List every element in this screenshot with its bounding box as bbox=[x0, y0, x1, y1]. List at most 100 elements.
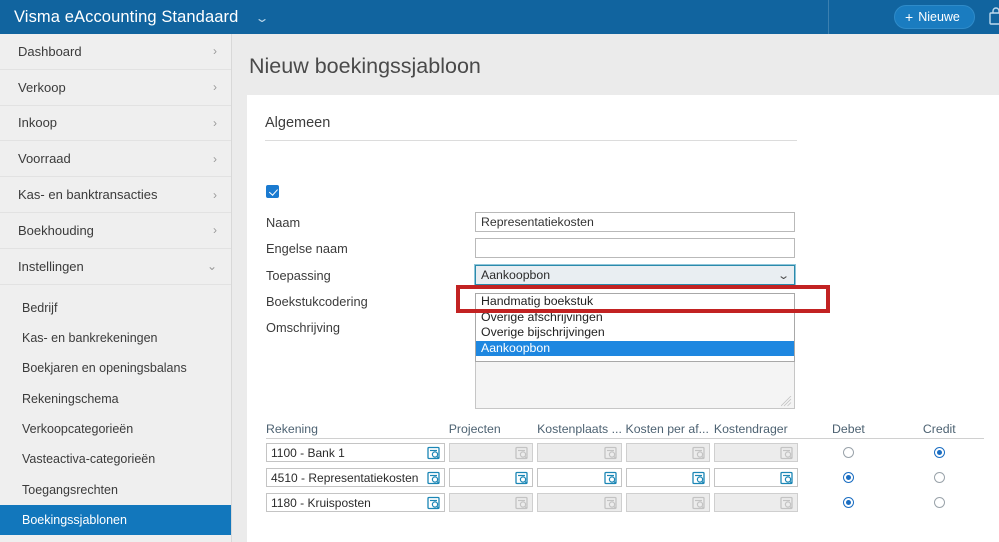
kosten-per-af-field[interactable] bbox=[626, 493, 710, 512]
app-brand[interactable]: Visma eAccounting Standaard ⌄ bbox=[0, 8, 267, 27]
lookup-icon[interactable] bbox=[692, 471, 706, 485]
column-header-kosten-per-af: Kosten per af... bbox=[626, 422, 710, 436]
column-header-kostenplaats: Kostenplaats ... bbox=[537, 422, 621, 436]
dropdown-option[interactable]: Handmatig boekstuk bbox=[476, 294, 794, 310]
sidebar-item-voorraad[interactable]: Voorraad › bbox=[0, 141, 231, 177]
chevron-down-icon: ⌄ bbox=[207, 259, 217, 273]
new-button[interactable]: + Nieuwe bbox=[894, 5, 975, 29]
sidebar-item-toegangsrechten[interactable]: Toegangsrechten bbox=[0, 474, 231, 504]
chevron-right-icon: › bbox=[213, 80, 217, 94]
enabled-checkbox-row[interactable] bbox=[266, 185, 286, 198]
chevron-right-icon: › bbox=[213, 188, 217, 202]
sidebar-item-verkoopcategorieen[interactable]: Verkoopcategorieën bbox=[0, 414, 231, 444]
credit-radio-cell[interactable] bbox=[895, 447, 984, 458]
lookup-icon bbox=[515, 496, 529, 510]
new-button-label: Nieuwe bbox=[918, 10, 960, 24]
lookup-icon bbox=[604, 496, 618, 510]
projecten-field[interactable] bbox=[449, 493, 533, 512]
sidebar: Dashboard › Verkoop › Inkoop › Voorraad … bbox=[0, 34, 232, 542]
sidebar-item-instellingen[interactable]: Instellingen ⌄ bbox=[0, 249, 231, 285]
sidebar-subitem-label: Rekeningschema bbox=[22, 392, 119, 406]
credit-radio-cell[interactable] bbox=[895, 497, 984, 508]
kostendrager-field[interactable] bbox=[714, 443, 798, 462]
sidebar-item-boekhouding[interactable]: Boekhouding › bbox=[0, 213, 231, 249]
debet-radio[interactable] bbox=[843, 472, 854, 483]
debet-radio[interactable] bbox=[843, 447, 854, 458]
sidebar-item-dashboard[interactable]: Dashboard › bbox=[0, 34, 231, 70]
kostenplaats-field[interactable] bbox=[537, 468, 621, 487]
projecten-field[interactable] bbox=[449, 443, 533, 462]
rekening-field[interactable]: 1100 - Bank 1 bbox=[266, 443, 445, 462]
rekening-value: 1100 - Bank 1 bbox=[271, 446, 345, 460]
kostendrager-field[interactable] bbox=[714, 493, 798, 512]
rekening-field[interactable]: 1180 - Kruisposten bbox=[266, 493, 445, 512]
toepassing-dropdown-list[interactable]: Handmatig boekstuk Overige afschrijvinge… bbox=[475, 293, 795, 362]
lookup-icon bbox=[692, 446, 706, 460]
sidebar-item-bedrijf[interactable]: Bedrijf bbox=[0, 293, 231, 323]
sidebar-subitem-label: Boekingssjablonen bbox=[22, 513, 127, 527]
credit-radio[interactable] bbox=[934, 497, 945, 508]
sidebar-item-rekeningschema[interactable]: Rekeningschema bbox=[0, 383, 231, 413]
dropdown-option-selected[interactable]: Aankoopbon bbox=[476, 341, 794, 357]
debet-radio[interactable] bbox=[843, 497, 854, 508]
dropdown-option[interactable]: Overige bijschrijvingen bbox=[476, 325, 794, 341]
sidebar-item-boekingssjablonen[interactable]: Boekingssjablonen bbox=[0, 505, 231, 535]
sidebar-subitem-label: Toegangsrechten bbox=[22, 483, 118, 497]
sidebar-subitem-label: Verkoopcategorieën bbox=[22, 422, 133, 436]
column-header-projecten: Projecten bbox=[449, 422, 533, 436]
column-header-rekening: Rekening bbox=[266, 422, 445, 436]
credit-radio-cell[interactable] bbox=[895, 472, 984, 483]
topbar-divider bbox=[828, 0, 829, 34]
kosten-per-af-field[interactable] bbox=[626, 443, 710, 462]
rekening-field[interactable]: 4510 - Representatiekosten bbox=[266, 468, 445, 487]
debet-radio-cell[interactable] bbox=[802, 472, 894, 483]
sidebar-item-vasteactiva-categorieen[interactable]: Vasteactiva-categorieën bbox=[0, 444, 231, 474]
kostendrager-field[interactable] bbox=[714, 468, 798, 487]
section-title-algemeen: Algemeen bbox=[265, 115, 797, 141]
debet-radio-cell[interactable] bbox=[802, 497, 894, 508]
kosten-per-af-field[interactable] bbox=[626, 468, 710, 487]
field-row-engelse-naam: Engelse naam bbox=[266, 238, 348, 258]
sidebar-item-boekjaren-en-openingsbalans[interactable]: Boekjaren en openingsbalans bbox=[0, 353, 231, 383]
sidebar-item-verkoop[interactable]: Verkoop › bbox=[0, 70, 231, 106]
kostenplaats-field[interactable] bbox=[537, 443, 621, 462]
enabled-checkbox[interactable] bbox=[266, 185, 279, 198]
sidebar-item-inkoop[interactable]: Inkoop › bbox=[0, 106, 231, 142]
rekening-value: 4510 - Representatiekosten bbox=[271, 471, 418, 485]
app-root: Visma eAccounting Standaard ⌄ + Nieuwe D… bbox=[0, 0, 999, 542]
app-brand-label: Visma eAccounting Standaard bbox=[14, 8, 238, 26]
lookup-icon[interactable] bbox=[427, 471, 441, 485]
toepassing-select[interactable]: Aankoopbon ⌄ bbox=[475, 265, 795, 285]
sidebar-item-kas-en-banktransacties[interactable]: Kas- en banktransacties › bbox=[0, 177, 231, 213]
chevron-right-icon: › bbox=[213, 116, 217, 130]
debet-radio-cell[interactable] bbox=[802, 447, 894, 458]
lookup-icon[interactable] bbox=[515, 471, 529, 485]
field-row-omschrijving: Omschrijving bbox=[266, 317, 340, 337]
naam-input[interactable] bbox=[475, 212, 795, 232]
sidebar-item-kas-en-bankrekeningen[interactable]: Kas- en bankrekeningen bbox=[0, 323, 231, 353]
dropdown-option[interactable]: Overige afschrijvingen bbox=[476, 310, 794, 326]
credit-radio[interactable] bbox=[934, 472, 945, 483]
top-bar: Visma eAccounting Standaard ⌄ + Nieuwe bbox=[0, 0, 999, 34]
sidebar-subitem-label: Vasteactiva-categorieën bbox=[22, 452, 155, 466]
sidebar-spacer bbox=[0, 285, 231, 293]
projecten-field[interactable] bbox=[449, 468, 533, 487]
sidebar-subitem-label: Boekjaren en openingsbalans bbox=[22, 361, 187, 375]
engelse-naam-input[interactable] bbox=[475, 238, 795, 258]
main-content: Nieuw boekingssjabloon Algemeen Naam Eng… bbox=[232, 34, 999, 542]
lookup-icon[interactable] bbox=[427, 496, 441, 510]
help-icon[interactable] bbox=[986, 7, 999, 27]
sidebar-item-label: Dashboard bbox=[18, 44, 82, 59]
chevron-down-icon[interactable]: ⌄ bbox=[255, 11, 270, 25]
credit-radio[interactable] bbox=[934, 447, 945, 458]
kostenplaats-field[interactable] bbox=[537, 493, 621, 512]
column-header-credit: Credit bbox=[895, 422, 984, 436]
resize-grip-icon[interactable] bbox=[781, 396, 792, 407]
lookup-icon[interactable] bbox=[427, 446, 441, 460]
table-row: 1180 - Kruisposten bbox=[266, 491, 984, 514]
lookup-icon[interactable] bbox=[780, 471, 794, 485]
omschrijving-label: Omschrijving bbox=[266, 320, 340, 335]
plus-icon: + bbox=[905, 10, 913, 24]
engelse-naam-label: Engelse naam bbox=[266, 241, 348, 256]
lookup-icon[interactable] bbox=[604, 471, 618, 485]
